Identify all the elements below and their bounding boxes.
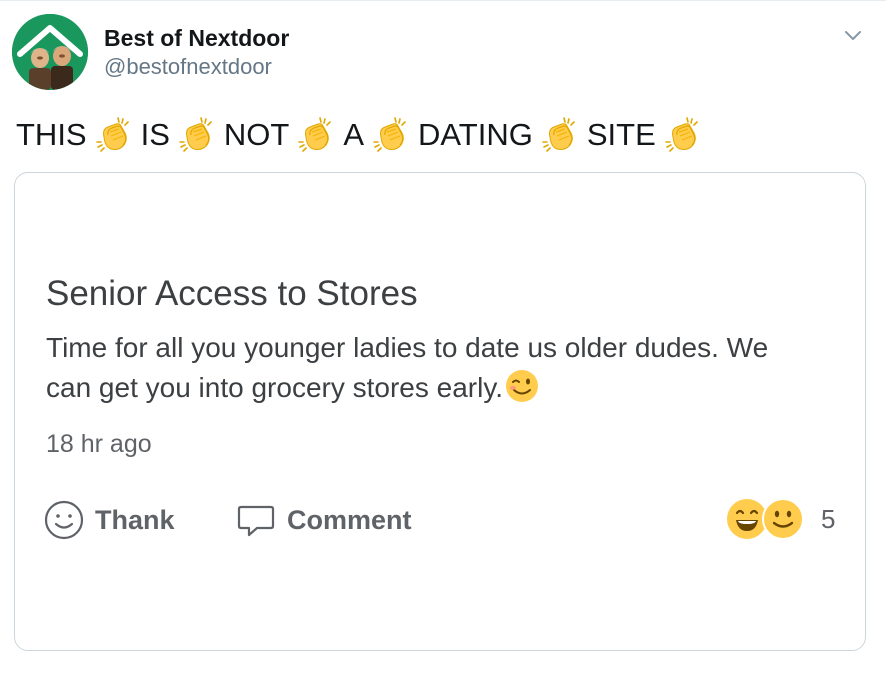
tweet-text: THIS IS NOT A DATING SITE [16,112,703,158]
clapping-hands-icon [94,115,134,155]
tweet-word: DATING [418,117,533,152]
comment-button[interactable]: Comment [235,499,412,541]
embedded-post-card[interactable]: Senior Access to Stores Time for all you… [14,172,866,651]
thank-button[interactable]: Thank [43,499,175,541]
tweet-word: NOT [223,117,290,152]
top-divider [0,0,886,1]
post-body-text: Time for all you younger ladies to date … [46,332,769,403]
comment-label: Comment [287,504,412,535]
winking-face-icon [505,369,539,403]
tweet-word: SITE [586,117,656,152]
smiling-face-icon [762,498,804,540]
avatar[interactable] [12,14,88,90]
thank-label: Thank [95,504,175,535]
reaction-count: 5 [821,503,836,534]
smiley-outline-icon [44,500,84,540]
reactions-summary[interactable]: 5 [725,495,835,543]
display-name[interactable]: Best of Nextdoor [104,24,289,52]
tweet-word: A [343,117,365,152]
post-timestamp: 18 hr ago [46,430,152,458]
post-title: Senior Access to Stores [46,274,418,313]
clapping-hands-icon [177,115,217,155]
clapping-hands-icon [663,115,703,155]
chevron-down-icon[interactable] [842,24,864,46]
post-body: Time for all you younger ladies to date … [46,328,816,408]
clapping-hands-icon [296,115,336,155]
clapping-hands-icon [540,115,580,155]
user-handle[interactable]: @bestofnextdoor [104,54,272,80]
clapping-hands-icon [371,115,411,155]
tweet-word: IS [140,117,170,152]
speech-bubble-icon [237,505,275,537]
tweet-word: THIS [16,117,87,152]
